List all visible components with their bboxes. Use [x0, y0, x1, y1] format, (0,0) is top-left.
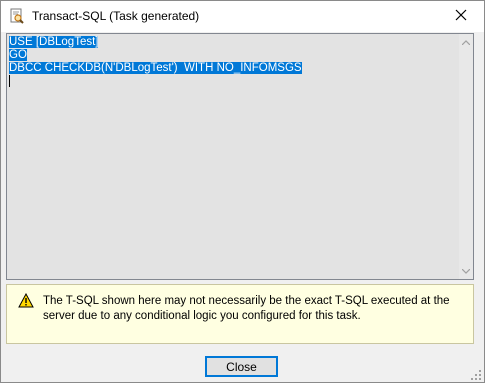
scroll-down-icon[interactable] — [459, 265, 473, 277]
code-block: USE [DBLogTest] GO DBCC CHECKDB(N'DBLogT… — [9, 36, 302, 91]
window-close-button[interactable] — [438, 1, 484, 32]
text-caret — [9, 75, 302, 91]
close-button[interactable]: Close — [205, 356, 278, 377]
vertical-scrollbar[interactable] — [459, 34, 473, 279]
warning-icon — [18, 292, 34, 309]
code-line: DBCC CHECKDB(N'DBLogTest') WITH NO_INFOM… — [9, 62, 302, 74]
window-title: Transact-SQL (Task generated) — [32, 9, 200, 23]
title-bar: Transact-SQL (Task generated) — [1, 1, 484, 32]
resize-grip-icon[interactable] — [470, 368, 482, 380]
tsql-dialog: Transact-SQL (Task generated) USE [DBLog… — [0, 0, 485, 383]
code-line: GO — [9, 49, 27, 61]
close-icon — [455, 8, 467, 26]
notice-text: The T-SQL shown here may not necessarily… — [43, 295, 450, 322]
info-notice: The T-SQL shown here may not necessarily… — [6, 284, 474, 344]
tsql-editor[interactable]: USE [DBLogTest] GO DBCC CHECKDB(N'DBLogT… — [6, 33, 474, 280]
document-search-icon — [9, 8, 25, 24]
scroll-up-icon[interactable] — [459, 36, 473, 48]
code-line: USE [DBLogTest] — [9, 36, 99, 48]
